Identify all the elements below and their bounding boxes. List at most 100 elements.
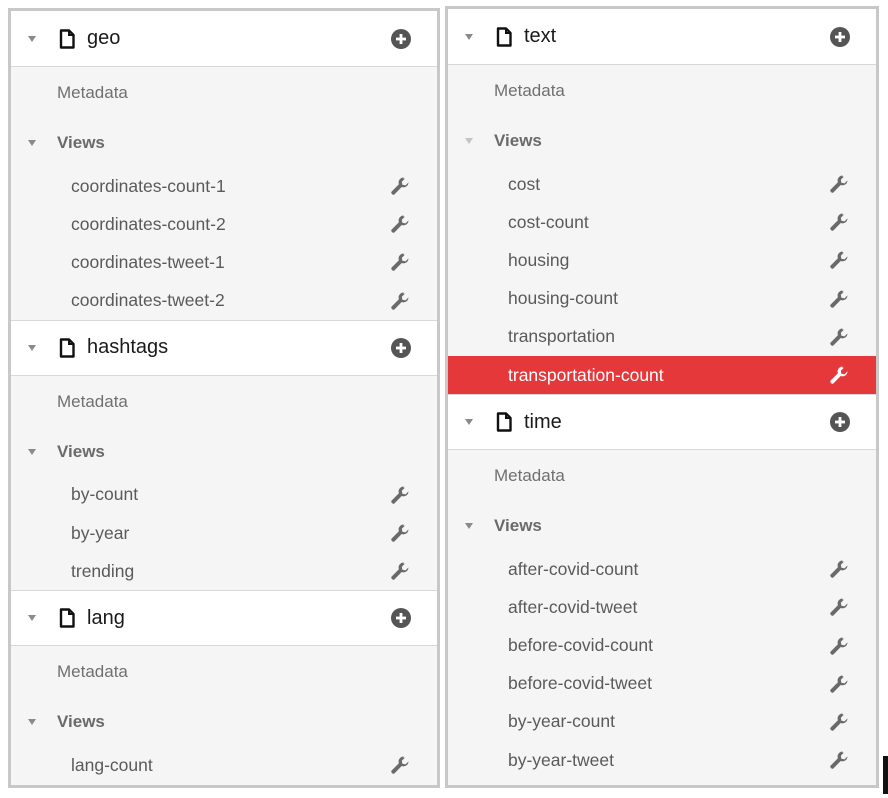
view-item[interactable]: before-covid-tweet: [448, 665, 876, 703]
views-toggle[interactable]: Views: [11, 428, 437, 476]
view-item-label: coordinates-tweet-1: [71, 251, 225, 272]
section-title: text: [524, 25, 557, 47]
view-item-label: coordinates-count-1: [71, 175, 226, 196]
wrench-icon[interactable]: [828, 673, 850, 695]
file-icon: [496, 26, 512, 47]
view-item-label: after-covid-tweet: [508, 596, 638, 617]
add-view-button[interactable]: [391, 28, 411, 49]
wrench-icon[interactable]: [828, 635, 850, 657]
views-label: Views: [57, 133, 105, 152]
wrench-icon[interactable]: [828, 558, 850, 580]
view-item-label: coordinates-tweet-2: [71, 290, 225, 311]
section-title: geo: [87, 27, 121, 49]
view-item[interactable]: transportation: [448, 318, 876, 356]
wrench-icon[interactable]: [389, 484, 411, 506]
view-item[interactable]: lang-count: [11, 746, 437, 784]
view-item[interactable]: coordinates-tweet-2: [11, 282, 437, 320]
right-panel: text Metadata Views cost cost-count housing ho…: [445, 6, 879, 788]
view-item[interactable]: housing: [448, 241, 876, 279]
caret-down-icon[interactable]: [464, 521, 474, 531]
wrench-icon[interactable]: [389, 213, 411, 235]
add-view-button[interactable]: [830, 26, 850, 47]
view-item[interactable]: coordinates-count-1: [11, 167, 437, 205]
view-item-label: lang-count: [71, 754, 153, 775]
caret-down-icon[interactable]: [27, 717, 37, 727]
view-item[interactable]: trending: [11, 552, 437, 590]
wrench-icon[interactable]: [389, 754, 411, 776]
view-item-label: transportation-count: [508, 364, 664, 385]
caret-down-icon[interactable]: [27, 34, 37, 44]
add-view-button[interactable]: [391, 608, 411, 629]
section-title: lang: [87, 606, 125, 629]
views-label: Views: [57, 441, 105, 461]
metadata-link[interactable]: Metadata: [448, 450, 876, 502]
section-title: hashtags: [87, 336, 169, 359]
view-item-label: before-covid-count: [508, 635, 653, 656]
wrench-icon[interactable]: [828, 711, 850, 733]
add-view-button[interactable]: [391, 337, 411, 358]
caret-down-icon[interactable]: [27, 138, 37, 148]
view-item-label: trending: [71, 560, 135, 581]
metadata-link[interactable]: Metadata: [11, 646, 437, 698]
wrench-icon[interactable]: [828, 364, 850, 386]
views-toggle[interactable]: Views: [448, 502, 876, 550]
view-item[interactable]: coordinates-tweet-1: [11, 243, 437, 281]
view-item[interactable]: after-covid-count: [448, 550, 876, 588]
view-item-label: cost-count: [508, 211, 589, 232]
wrench-icon[interactable]: [389, 175, 411, 197]
edge-marker: [883, 756, 888, 794]
view-item[interactable]: before-covid-count: [448, 627, 876, 665]
section-title: time: [524, 410, 562, 433]
caret-down-icon[interactable]: [27, 447, 37, 457]
wrench-icon[interactable]: [389, 522, 411, 544]
wrench-icon[interactable]: [828, 173, 850, 195]
section-header-text[interactable]: text: [448, 9, 876, 65]
section-header-geo[interactable]: geo: [11, 11, 437, 67]
wrench-icon[interactable]: [828, 249, 850, 271]
caret-down-icon[interactable]: [464, 136, 474, 146]
caret-down-icon[interactable]: [27, 343, 37, 353]
view-item-label: transportation: [508, 326, 616, 347]
view-item[interactable]: by-year-count: [448, 703, 876, 741]
views-label: Views: [494, 131, 542, 150]
views-toggle[interactable]: Views: [11, 119, 437, 167]
view-item[interactable]: housing-count: [448, 280, 876, 318]
wrench-icon[interactable]: [828, 749, 850, 771]
view-item[interactable]: cost: [448, 165, 876, 203]
view-item[interactable]: by-count: [11, 476, 437, 514]
file-icon: [59, 608, 75, 629]
view-item-label: by-year: [71, 522, 130, 543]
metadata-link[interactable]: Metadata: [11, 376, 437, 428]
view-item-label: by-count: [71, 484, 139, 505]
view-item-label: before-covid-tweet: [508, 673, 652, 694]
view-item-label: cost: [508, 173, 541, 194]
wrench-icon[interactable]: [389, 251, 411, 273]
metadata-link[interactable]: Metadata: [11, 67, 437, 119]
wrench-icon[interactable]: [389, 290, 411, 312]
metadata-link[interactable]: Metadata: [448, 65, 876, 117]
view-item-label: by-year-tweet: [508, 749, 615, 770]
view-item[interactable]: coordinates-count-2: [11, 205, 437, 243]
view-item[interactable]: after-covid-tweet: [448, 588, 876, 626]
caret-down-icon[interactable]: [464, 32, 474, 42]
views-label: Views: [494, 516, 542, 536]
file-icon: [59, 28, 75, 49]
wrench-icon[interactable]: [828, 596, 850, 618]
section-header-time[interactable]: time: [448, 394, 876, 451]
view-item[interactable]: by-year-tweet: [448, 741, 876, 779]
views-toggle[interactable]: Views: [11, 698, 437, 746]
section-header-hashtags[interactable]: hashtags: [11, 319, 437, 376]
view-item[interactable]: transportation-count: [448, 355, 876, 395]
wrench-icon[interactable]: [389, 560, 411, 582]
view-item[interactable]: cost-count: [448, 203, 876, 241]
view-item[interactable]: by-year: [11, 514, 437, 552]
wrench-icon[interactable]: [828, 211, 850, 233]
add-view-button[interactable]: [830, 412, 850, 433]
caret-down-icon[interactable]: [464, 417, 474, 427]
caret-down-icon[interactable]: [27, 613, 37, 623]
wrench-icon[interactable]: [828, 288, 850, 310]
views-toggle[interactable]: Views: [448, 117, 876, 165]
file-icon: [496, 412, 512, 432]
wrench-icon[interactable]: [828, 326, 850, 348]
section-header-lang[interactable]: lang: [11, 590, 437, 647]
